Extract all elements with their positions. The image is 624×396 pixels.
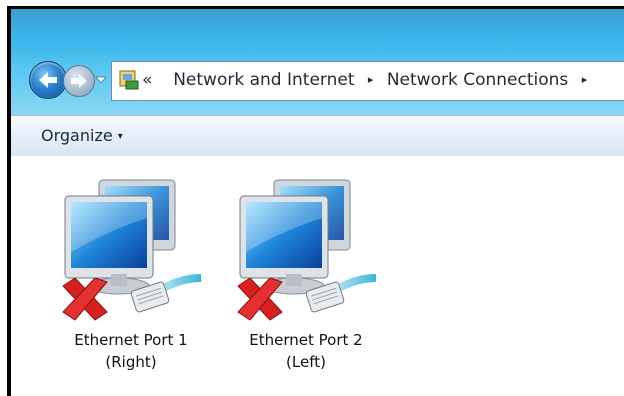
forward-arrow-icon: [71, 74, 87, 88]
control-panel-icon: [118, 69, 140, 91]
breadcrumb-network-and-internet[interactable]: Network and Internet: [173, 69, 354, 91]
back-button[interactable]: [29, 61, 67, 99]
breadcrumb-separator-icon[interactable]: ▸: [368, 69, 374, 91]
network-disconnected-icon: [237, 179, 376, 321]
chevron-down-icon: ▾: [117, 131, 123, 142]
connection-label: Ethernet Port 1 (Right): [61, 329, 201, 373]
title-bar: « Network and Internet ▸ Network Connect…: [11, 9, 624, 115]
connection-detail: (Right): [105, 353, 157, 371]
connections-pane: Ethernet Port 1 (Right) Ethernet Port 2 …: [11, 156, 624, 396]
recent-pages-button[interactable]: [95, 71, 107, 84]
organize-label: Organize: [41, 126, 113, 145]
breadcrumb-separator-icon[interactable]: ▸: [582, 69, 588, 91]
connection-item-ethernet-port-2[interactable]: Ethernet Port 2 (Left): [236, 174, 376, 374]
breadcrumb-network-connections[interactable]: Network Connections: [387, 69, 568, 91]
connection-name: Ethernet Port 1: [74, 331, 188, 349]
connection-item-ethernet-port-1[interactable]: Ethernet Port 1 (Right): [61, 174, 201, 374]
forward-button[interactable]: [63, 65, 95, 97]
breadcrumb: « Network and Internet ▸ Network Connect…: [142, 69, 595, 91]
back-arrow-icon: [39, 72, 57, 88]
connection-detail: (Left): [286, 353, 326, 371]
network-disconnected-icon: [62, 179, 201, 321]
disconnected-x-icon: [237, 277, 283, 321]
organize-button[interactable]: Organize ▾: [41, 126, 123, 145]
disconnected-x-icon: [62, 277, 108, 321]
explorer-window: « Network and Internet ▸ Network Connect…: [7, 6, 624, 396]
command-bar: Organize ▾: [11, 115, 624, 157]
address-bar[interactable]: « Network and Internet ▸ Network Connect…: [111, 61, 624, 101]
connection-name: Ethernet Port 2: [249, 331, 363, 349]
connection-label: Ethernet Port 2 (Left): [236, 329, 376, 373]
breadcrumb-overflow[interactable]: «: [142, 69, 152, 91]
chevron-down-icon: [95, 76, 107, 84]
